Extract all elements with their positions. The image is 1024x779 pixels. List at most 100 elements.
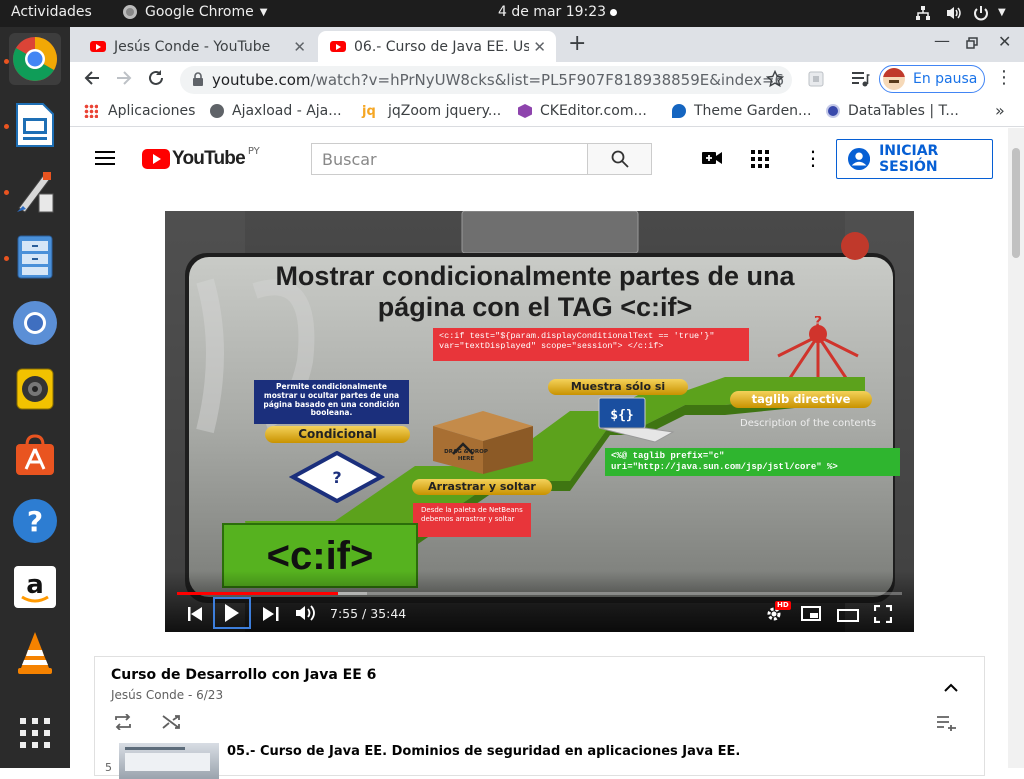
new-tab-button[interactable]: + [568, 31, 586, 56]
running-indicator [4, 124, 9, 129]
play-button[interactable] [213, 597, 251, 629]
youtube-header: YouTube PY Buscar ⋮ INICIAR SESIÓN [70, 128, 1008, 190]
chevron-down-icon: ▼ [259, 6, 268, 18]
drag-drop-box-icon [433, 411, 533, 474]
bookmark-datatables[interactable]: DataTables | T... [826, 103, 959, 119]
network-icon[interactable] [915, 5, 931, 25]
activities-button[interactable]: Actividades [11, 4, 92, 20]
account-circle-icon [848, 147, 871, 171]
playlist-title[interactable]: Curso de Desarrollo con Java EE 6 [111, 667, 376, 683]
bookmark-jqzoom[interactable]: jq jqZoom jquery... [362, 103, 501, 119]
bookmark-label: DataTables | T... [848, 103, 959, 119]
dock-chrome[interactable] [9, 33, 61, 85]
shuffle-icon[interactable] [162, 714, 182, 734]
hamburger-menu-icon[interactable] [94, 150, 116, 166]
bookmark-apps[interactable]: Aplicaciones [84, 103, 195, 119]
clock[interactable]: 4 de mar 19:23 [498, 4, 618, 20]
signin-label: INICIAR SESIÓN [879, 143, 939, 175]
list-item[interactable]: 5 05.- Curso de Java EE. Dominios de seg… [95, 743, 984, 779]
profile-paused-button[interactable]: En pausa [879, 65, 985, 93]
page-scrollbar[interactable] [1008, 128, 1024, 768]
back-arrow-icon[interactable] [82, 68, 102, 92]
svg-text:a: a [26, 570, 44, 600]
dock: ? a [0, 27, 70, 768]
volume-icon[interactable] [295, 604, 317, 626]
fullscreen-icon[interactable] [873, 604, 893, 627]
extension-icon[interactable] [808, 71, 824, 91]
chrome-menu-icon[interactable]: ⋮ [995, 69, 1013, 87]
slide-title: Mostrar condicionalmente partes de una p… [195, 261, 875, 323]
minimize-window-icon[interactable]: — [934, 31, 950, 50]
chromium-icon [13, 301, 57, 345]
signin-button[interactable]: INICIAR SESIÓN [836, 139, 993, 179]
shopping-bag-icon [16, 434, 54, 475]
svg-text:?: ? [27, 505, 43, 538]
volume-icon[interactable] [945, 5, 963, 25]
app-menu-label: Google Chrome [145, 4, 254, 20]
add-to-playlist-icon[interactable] [936, 715, 958, 735]
app-menu[interactable]: Google Chrome ▼ [123, 4, 267, 20]
search-input[interactable]: Buscar [311, 143, 588, 175]
loop-icon[interactable] [113, 713, 133, 734]
progress-bar[interactable] [177, 592, 902, 595]
close-tab-icon[interactable]: ✕ [293, 38, 306, 56]
taglib-code-box: <%@ taglib prefix="c" uri="http://java.s… [605, 448, 900, 476]
scrollbar-thumb[interactable] [1012, 148, 1020, 258]
reload-icon[interactable] [146, 68, 166, 92]
bookmarks-bar: Aplicaciones Ajaxload - Aja... jq jqZoom… [70, 97, 1024, 127]
close-tab-icon[interactable]: ✕ [529, 38, 546, 56]
dock-software-center[interactable] [9, 429, 61, 481]
system-menu-chevron-icon[interactable]: ▼ [998, 7, 1006, 18]
bookmark-ajaxload[interactable]: Ajaxload - Aja... [210, 103, 342, 119]
chrome-small-icon [123, 5, 137, 19]
dock-help[interactable]: ? [9, 495, 61, 547]
more-options-icon[interactable]: ⋮ [803, 148, 823, 168]
tab-jesus-conde[interactable]: Jesús Conde - YouTube ✕ [78, 31, 316, 62]
apps-grid-icon[interactable] [751, 150, 769, 168]
dock-rhythmbox[interactable] [9, 363, 61, 415]
address-bar[interactable]: youtube.com/watch?v=hPrNyUW8cks&list=PL5… [180, 66, 792, 94]
close-window-icon[interactable]: ✕ [998, 32, 1011, 51]
notification-dot-icon [610, 8, 618, 16]
collapse-chevron-icon[interactable] [944, 677, 958, 696]
running-indicator [4, 256, 9, 261]
bookmark-star-icon[interactable] [765, 69, 785, 92]
restore-window-icon[interactable] [966, 34, 978, 53]
tab-title: Jesús Conde - YouTube [114, 38, 271, 55]
video-player[interactable]: Mostrar condicionalmente partes de una p… [165, 211, 914, 632]
presentation-document-icon [16, 103, 54, 147]
paint-brush-icon [17, 172, 54, 213]
media-queue-icon[interactable] [850, 70, 870, 92]
dock-amazon[interactable]: a [9, 561, 61, 613]
code-snippet-box: <c:if test="${param.displayConditionalTe… [433, 328, 749, 361]
search-button[interactable] [587, 143, 652, 175]
create-video-icon[interactable] [701, 150, 723, 166]
youtube-logo[interactable]: YouTube PY [142, 146, 260, 170]
forward-arrow-icon[interactable] [114, 68, 134, 92]
more-bookmarks-icon[interactable]: » [995, 101, 1005, 120]
dock-libreoffice-impress[interactable] [9, 99, 61, 151]
bookmark-label: CKEditor.com... [540, 103, 647, 119]
dock-vlc[interactable] [9, 627, 61, 679]
youtube-play-logo-icon [142, 149, 170, 169]
play-icon [225, 604, 239, 622]
dock-files[interactable] [9, 231, 61, 283]
label-muestra: Muestra sólo si [548, 379, 688, 395]
app-grid-icon [20, 718, 50, 748]
theater-mode-icon[interactable] [837, 607, 859, 626]
traffic-cone-icon [18, 632, 52, 674]
tab-java-ee[interactable]: 06.- Curso de Java EE. Uso ✕ [318, 31, 556, 62]
power-icon[interactable] [972, 4, 990, 26]
next-icon[interactable] [263, 606, 279, 625]
show-applications-button[interactable] [9, 707, 61, 759]
bookmark-theme-garden[interactable]: Theme Garden... [672, 103, 811, 119]
running-indicator [4, 190, 9, 195]
miniplayer-icon[interactable] [801, 606, 821, 625]
bookmark-ckeditor[interactable]: CKEditor.com... [518, 103, 647, 119]
youtube-wordmark: YouTube [172, 148, 246, 169]
dock-chromium[interactable] [9, 297, 61, 349]
previous-icon[interactable] [188, 606, 204, 625]
dock-text-editor[interactable] [9, 165, 61, 217]
netbeans-note-box: Desde la paleta de NetBeans debemos arra… [413, 503, 531, 537]
description-contents: Description of the contents [740, 418, 877, 429]
